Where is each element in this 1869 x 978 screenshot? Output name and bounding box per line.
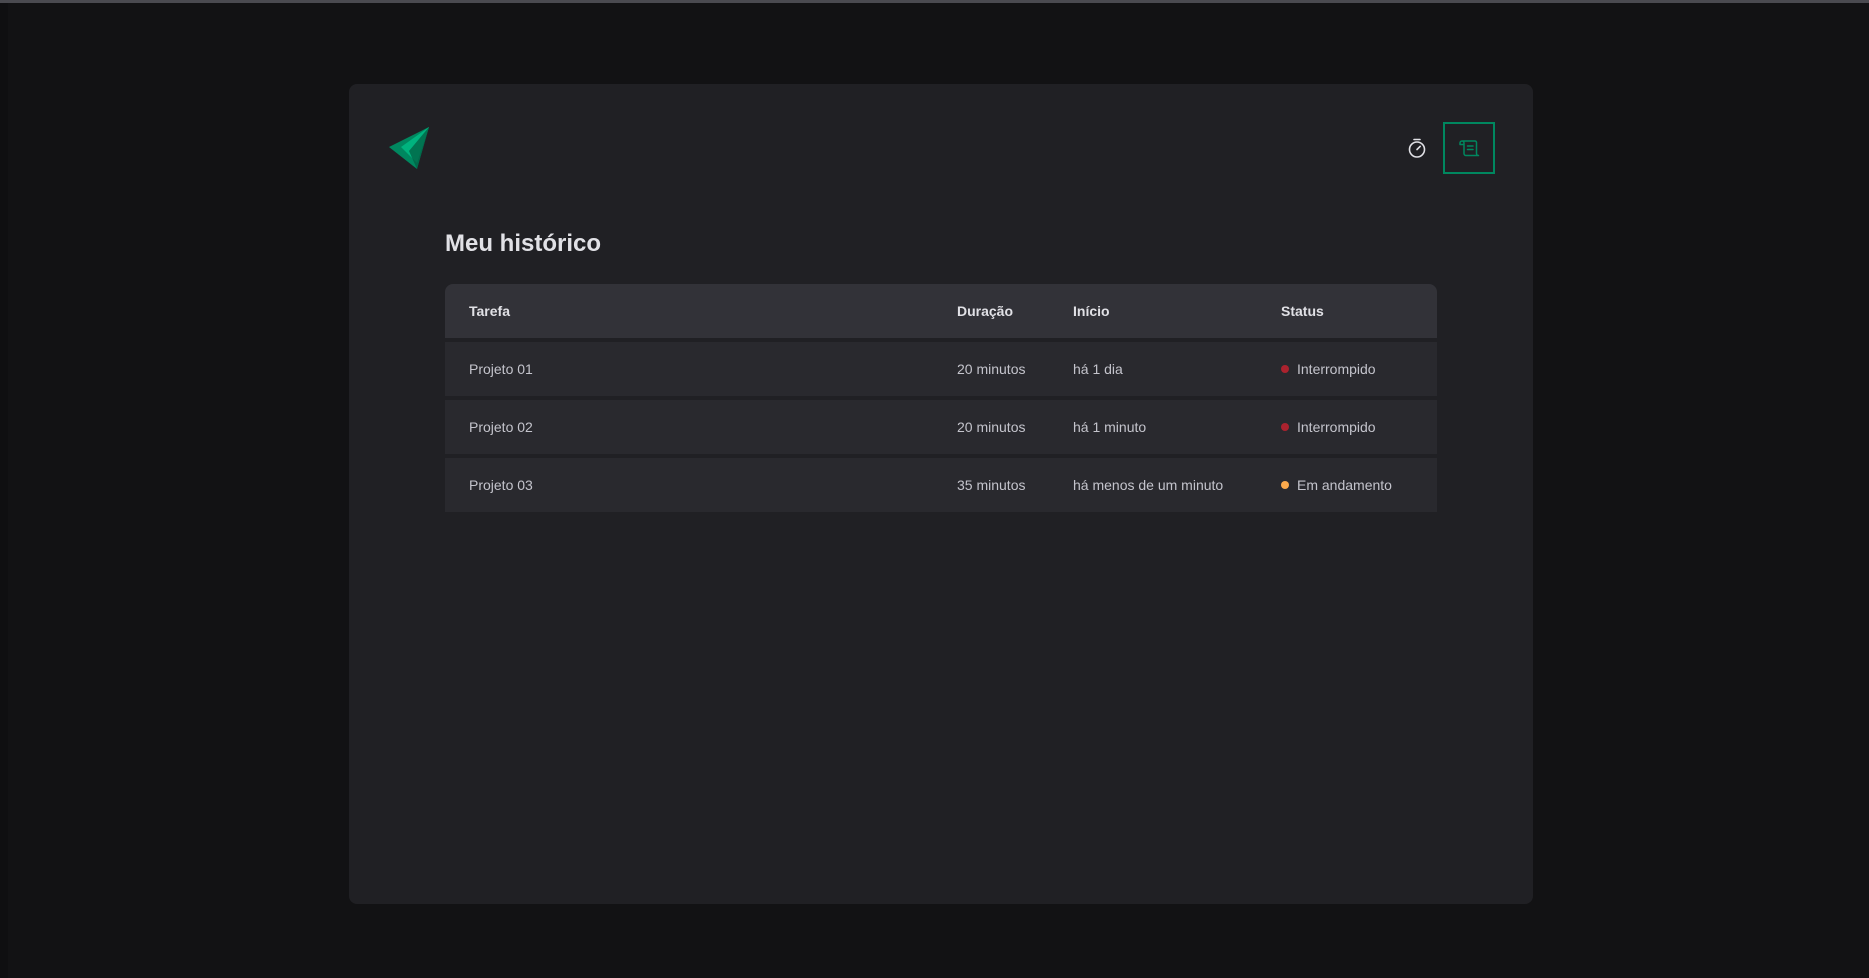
start-cell: há 1 minuto — [1049, 400, 1257, 454]
app-container: Meu histórico Tarefa Duração Início Stat… — [349, 84, 1533, 904]
status-dot-icon — [1281, 481, 1289, 490]
duration-cell: 35 minutos — [933, 458, 1049, 512]
status-label: Interrompido — [1297, 419, 1376, 435]
history-content: Meu histórico Tarefa Duração Início Stat… — [445, 228, 1437, 516]
history-nav-button[interactable] — [1443, 122, 1495, 174]
column-header-start: Início — [1049, 284, 1257, 338]
ignite-logo-icon — [389, 127, 429, 169]
page-title: Meu histórico — [445, 230, 602, 257]
status-cell: Interrompido — [1257, 400, 1437, 454]
duration-cell: 20 minutos — [933, 400, 1049, 454]
status-dot-icon — [1281, 423, 1289, 432]
duration-cell: 20 minutos — [933, 342, 1049, 396]
status-label: Em andamento — [1297, 477, 1392, 493]
task-cell: Projeto 01 — [445, 342, 933, 396]
table-row: Projeto 02 20 minutos há 1 minuto Interr… — [445, 400, 1437, 454]
timer-icon — [1408, 138, 1426, 158]
history-table: Tarefa Duração Início Status Projeto 01 … — [445, 280, 1437, 516]
start-cell: há 1 dia — [1049, 342, 1257, 396]
app-header — [389, 122, 1495, 174]
status-cell: Em andamento — [1257, 458, 1437, 512]
scroll-icon — [1459, 140, 1480, 157]
window-left-edge — [0, 3, 8, 978]
column-header-task: Tarefa — [445, 284, 933, 338]
status-dot-icon — [1281, 365, 1289, 374]
table-header-row: Tarefa Duração Início Status — [445, 284, 1437, 338]
table-row: Projeto 01 20 minutos há 1 dia Interromp… — [445, 342, 1437, 396]
column-header-status: Status — [1257, 284, 1437, 338]
window-top-border — [0, 0, 1869, 3]
timer-nav-button[interactable] — [1403, 122, 1431, 174]
header-nav — [1403, 122, 1495, 174]
status-cell: Interrompido — [1257, 342, 1437, 396]
table-row: Projeto 03 35 minutos há menos de um min… — [445, 458, 1437, 512]
column-header-duration: Duração — [933, 284, 1049, 338]
task-cell: Projeto 02 — [445, 400, 933, 454]
task-cell: Projeto 03 — [445, 458, 933, 512]
status-label: Interrompido — [1297, 361, 1376, 377]
logo[interactable] — [389, 127, 431, 169]
start-cell: há menos de um minuto — [1049, 458, 1257, 512]
